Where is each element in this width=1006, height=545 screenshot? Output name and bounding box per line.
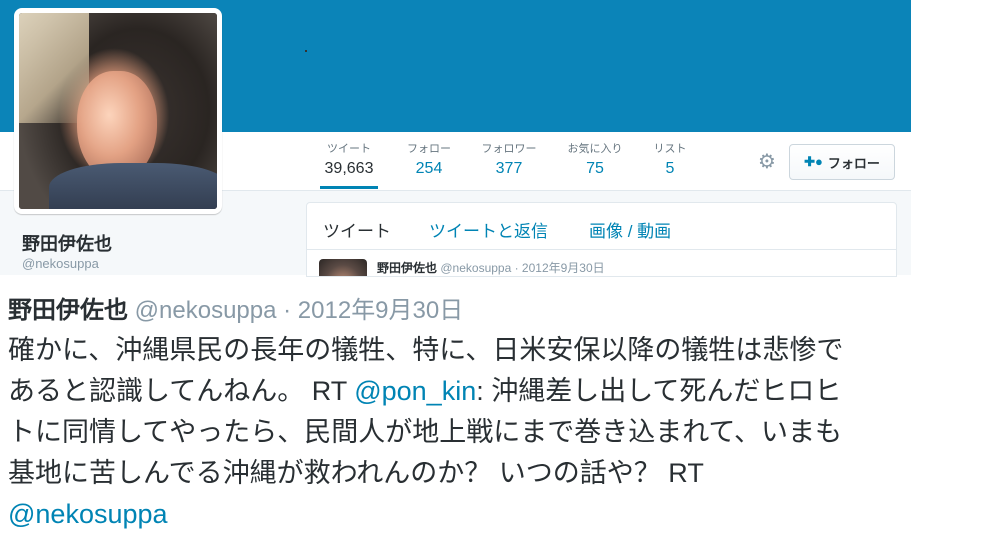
tab-tweets-and-replies[interactable]: ツイートと返信 [429, 217, 548, 242]
banner-speck [305, 50, 307, 52]
stat-lists-value: 5 [665, 160, 675, 177]
tweet-line-1: 確かに、沖縄県民の長年の犠牲、特に、日米安保以降の犠牲は悲惨で [8, 335, 844, 365]
stat-followers[interactable]: フォロワー 377 [478, 142, 540, 180]
stat-favorites[interactable]: お気に入り 75 [564, 142, 626, 180]
stat-favorites-value: 75 [586, 160, 604, 177]
follow-button[interactable]: ✚● フォロー [789, 144, 895, 180]
gear-icon[interactable]: ⚙ [756, 150, 778, 172]
stat-tweets[interactable]: ツイート 39,663 [320, 142, 378, 189]
tweet-header: 野田伊佐也 @nekosuppa · 2012年9月30日 [377, 259, 605, 276]
tweet-author-meta[interactable]: @nekosuppa · 2012年9月30日 [440, 261, 604, 275]
zoomed-author-name[interactable]: 野田伊佐也 [8, 297, 128, 324]
follow-button-label: フォロー [827, 155, 880, 171]
tweet-line-3: トに同情してやったら、民間人が地上戦にまで巻き込まれて、いまも [8, 417, 843, 447]
timeline-panel: ツイート ツイートと返信 画像 / 動画 野田伊佐也 @nekosuppa · … [306, 202, 897, 277]
tweet-line-4: 基地に苦しんでる沖縄が救われんのか？ いつの話や？ RT [8, 458, 704, 488]
tweet-avatar[interactable] [319, 259, 367, 276]
zoomed-tweet-text: 確かに、沖縄県民の長年の犠牲、特に、日米安保以降の犠牲は悲惨で あると認識してん… [8, 330, 1004, 535]
profile-screen-name[interactable]: @nekosuppa [22, 256, 99, 271]
profile-avatar[interactable] [14, 8, 222, 214]
stat-followers-value: 377 [495, 160, 523, 177]
stat-favorites-label: お気に入り [567, 143, 623, 155]
stat-following-label: フォロー [407, 143, 451, 155]
tweet-line-2-end: : 沖縄差し出して死んだヒロヒ [476, 376, 842, 406]
stat-followers-label: フォロワー [481, 143, 537, 155]
tweet-line-2: あると認識してんねん。 RT @pon_kin: 沖縄差し出して死んだヒロヒ [8, 371, 1004, 412]
timeline-tabs: ツイート ツイートと返信 画像 / 動画 [307, 203, 896, 250]
profile-display-name[interactable]: 野田伊佐也 [22, 230, 112, 256]
mention-link-nekosuppa[interactable]: @nekosuppa [8, 499, 168, 529]
stat-following[interactable]: フォロー 254 [404, 142, 454, 180]
zoomed-tweet-header: 野田伊佐也 @nekosuppa · 2012年9月30日 [8, 294, 463, 328]
stat-lists-label: リスト [653, 143, 687, 155]
tweet-line-2-start: あると認識してんねん。 RT [8, 376, 355, 406]
mention-link-pon-kin[interactable]: @pon_kin [354, 376, 476, 406]
tab-photos-videos[interactable]: 画像 / 動画 [589, 217, 671, 242]
stat-tweets-value: 39,663 [324, 160, 374, 177]
avatar-scarf [49, 163, 217, 209]
tweet-author-name[interactable]: 野田伊佐也 [377, 261, 437, 275]
tweet-line-5: @nekosuppa [8, 494, 1004, 535]
zoomed-author-meta[interactable]: @nekosuppa · 2012年9月30日 [135, 297, 464, 324]
tab-tweets[interactable]: ツイート [323, 217, 391, 242]
stat-following-value: 254 [415, 160, 443, 177]
stat-tweets-label: ツイート [327, 143, 371, 155]
add-user-icon: ✚● [804, 154, 823, 169]
stat-lists[interactable]: リスト 5 [650, 142, 690, 180]
